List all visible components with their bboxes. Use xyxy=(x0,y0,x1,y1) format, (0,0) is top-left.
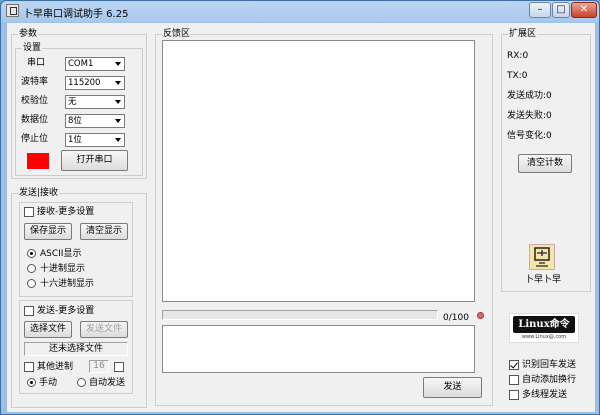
stopbits-label: 停止位 xyxy=(21,134,49,144)
other-base-label: 其他进制 xyxy=(37,362,74,372)
close-button[interactable]: ✕ xyxy=(571,2,597,18)
window-title: 卜早串口调试助手 6.25 xyxy=(23,9,129,20)
stopbits-value: 1位 xyxy=(68,135,82,145)
baud-select[interactable]: 115200 xyxy=(65,76,125,90)
databits-value: 8位 xyxy=(68,116,82,126)
rx-count: RX:0 xyxy=(507,51,529,61)
baud-value: 115200 xyxy=(68,78,101,88)
chevron-down-icon xyxy=(113,77,124,89)
app-logo xyxy=(529,244,555,270)
maximize-button[interactable]: □ xyxy=(552,2,570,18)
settings-group-label: 设置 xyxy=(22,42,43,54)
dec-label: 十进制显示 xyxy=(40,264,86,274)
ascii-radio[interactable] xyxy=(27,249,36,258)
file-status: 还未选择文件 xyxy=(24,342,128,356)
app-window: 卜早串口调试助手 6.25 – □ ✕ 参数 设置 串口 COM1 波特率 11… xyxy=(0,0,600,415)
linux-logo: Linux命令 www.Linux@.com xyxy=(509,313,579,343)
hex-radio[interactable] xyxy=(27,279,36,288)
manual-label: 手动 xyxy=(39,378,58,388)
char-counter: 0/100 xyxy=(443,313,469,323)
dec-radio[interactable] xyxy=(27,264,36,273)
sendrecv-group-label: 发送|接收 xyxy=(18,187,60,199)
baud-label: 波特率 xyxy=(21,77,49,87)
feedback-group-label: 反馈区 xyxy=(162,28,192,40)
auto-newline-checkbox[interactable] xyxy=(509,375,519,385)
databits-select[interactable]: 8位 xyxy=(65,114,125,128)
save-display-button[interactable]: 保存显示 xyxy=(24,223,72,240)
clear-count-button[interactable]: 清空计数 xyxy=(518,154,572,173)
minimize-button[interactable]: – xyxy=(529,2,551,18)
port-select[interactable]: COM1 xyxy=(65,57,125,71)
multithread-label: 多线程发送 xyxy=(522,390,568,400)
parity-label: 校验位 xyxy=(21,96,49,106)
ext-group-label: 扩展区 xyxy=(508,28,538,40)
counter-indicator-icon xyxy=(477,312,484,319)
ascii-label: ASCII显示 xyxy=(40,249,82,259)
send-more-checkbox[interactable] xyxy=(24,306,34,316)
send-textarea[interactable] xyxy=(162,325,475,373)
signal-count: 信号变化:0 xyxy=(507,131,552,141)
params-group-label: 参数 xyxy=(18,28,39,40)
base-enable-checkbox[interactable] xyxy=(114,362,124,372)
base-input[interactable]: 16 xyxy=(89,360,109,373)
port-status-indicator xyxy=(27,153,49,169)
app-logo-label: 卜早卜早 xyxy=(525,275,562,285)
clear-display-button[interactable]: 清空显示 xyxy=(80,223,128,240)
app-icon xyxy=(6,4,19,17)
recognize-enter-checkbox[interactable] xyxy=(509,360,519,370)
recv-more-checkbox[interactable] xyxy=(24,207,34,217)
auto-send-radio[interactable] xyxy=(77,378,86,387)
send-ok-count: 发送成功:0 xyxy=(507,91,552,101)
select-file-button[interactable]: 选择文件 xyxy=(24,321,72,338)
recv-more-label: 接收-更多设置 xyxy=(37,207,95,217)
title-bar[interactable]: 卜早串口调试助手 6.25 – □ ✕ xyxy=(1,1,599,21)
parity-select[interactable]: 无 xyxy=(65,95,125,109)
port-value: COM1 xyxy=(68,59,94,69)
send-fail-count: 发送失败:0 xyxy=(507,111,552,121)
send-button[interactable]: 发送 xyxy=(423,377,482,398)
tx-count: TX:0 xyxy=(507,71,528,81)
port-label: 串口 xyxy=(27,58,46,68)
databits-label: 数据位 xyxy=(21,115,49,125)
hex-label: 十六进制显示 xyxy=(40,279,95,289)
stopbits-select[interactable]: 1位 xyxy=(65,133,125,147)
send-progress-bar xyxy=(162,310,438,320)
linux-logo-text: Linux命令 xyxy=(513,316,575,333)
client-area: 参数 设置 串口 COM1 波特率 115200 校验位 无 数据位 8位 停止… xyxy=(7,23,595,412)
chevron-down-icon xyxy=(113,134,124,146)
manual-radio[interactable] xyxy=(27,378,36,387)
chevron-down-icon xyxy=(113,115,124,127)
chevron-down-icon xyxy=(113,58,124,70)
parity-value: 无 xyxy=(68,97,77,107)
other-base-checkbox[interactable] xyxy=(24,362,34,372)
auto-newline-label: 自动添加换行 xyxy=(522,375,577,385)
send-more-label: 发送-更多设置 xyxy=(37,306,95,316)
open-port-button[interactable]: 打开串口 xyxy=(61,150,128,171)
chevron-down-icon xyxy=(113,96,124,108)
linux-logo-url: www.Linux@.com xyxy=(521,334,567,340)
gallows-icon xyxy=(534,247,550,267)
recognize-enter-label: 识别回车发送 xyxy=(522,360,577,370)
send-file-button[interactable]: 发送文件 xyxy=(80,321,128,338)
auto-send-label: 自动发送 xyxy=(89,378,126,388)
receive-textarea[interactable] xyxy=(162,40,475,302)
multithread-checkbox[interactable] xyxy=(509,390,519,400)
